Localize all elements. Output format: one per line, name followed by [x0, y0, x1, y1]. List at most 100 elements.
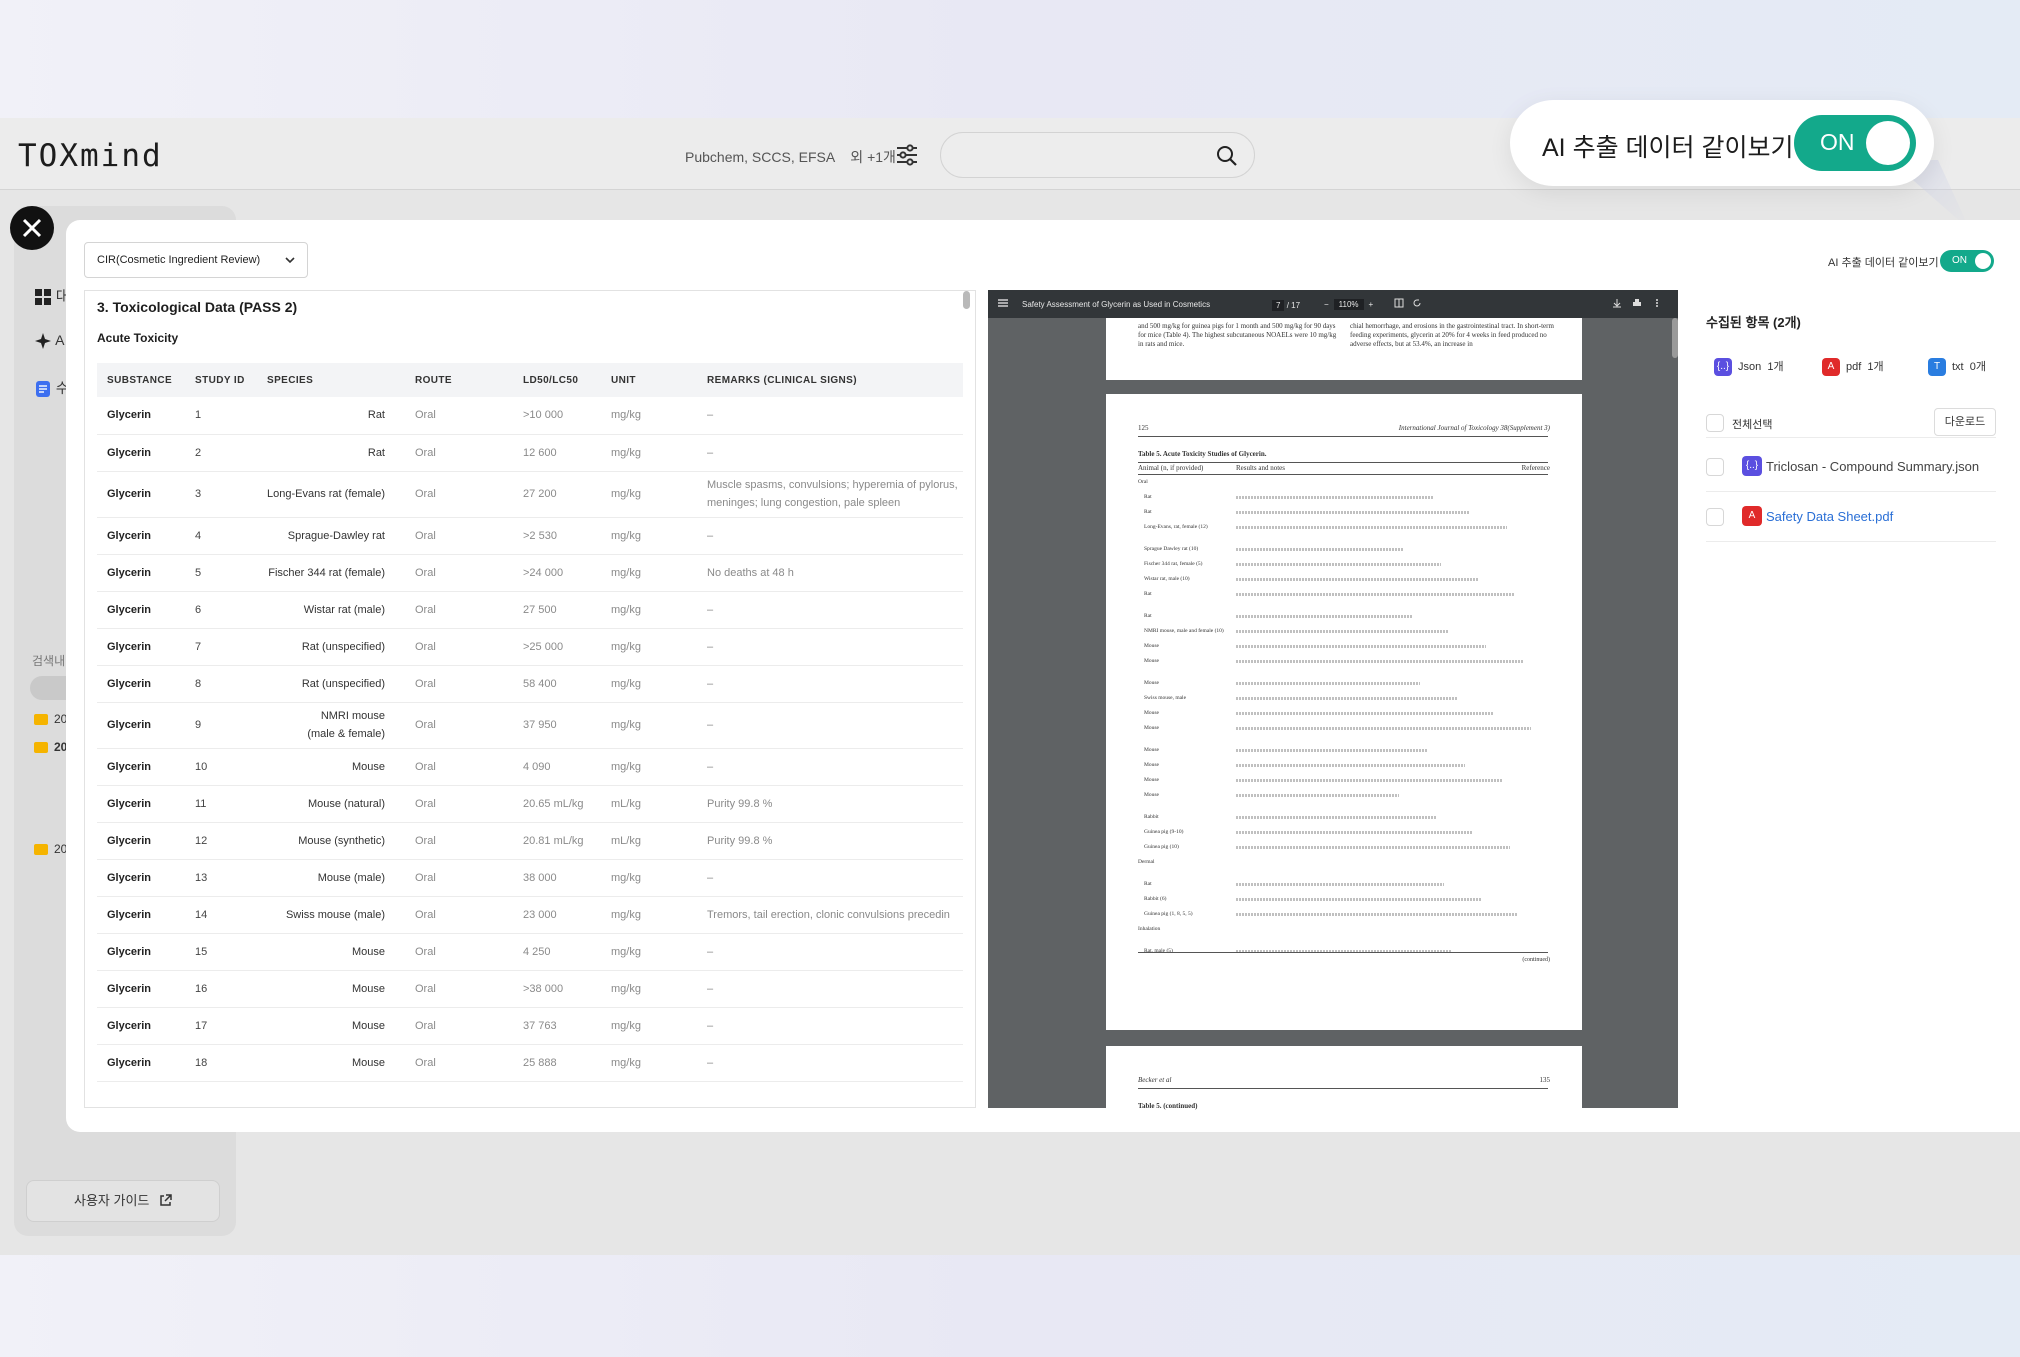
user-guide-button[interactable]: 사용자 가이드	[26, 1180, 220, 1222]
cell-unit: mg/kg	[601, 471, 697, 518]
cell-species: Rat	[257, 397, 405, 435]
page-input[interactable]: 7	[1272, 300, 1285, 311]
pdf-col-reference: Reference	[1521, 464, 1550, 472]
app-logo[interactable]: TOXmind	[18, 138, 163, 174]
species-line: Long-Evans rat (female)	[267, 488, 385, 500]
table-row[interactable]: Glycerin 17 Mouse Oral 37 763 mg/kg –	[97, 1007, 963, 1045]
pdf-result-text	[1236, 727, 1531, 730]
close-button[interactable]	[10, 206, 54, 250]
pdf-result-text	[1236, 764, 1465, 767]
cell-unit: mL/kg	[601, 822, 697, 860]
file-checkbox[interactable]	[1706, 458, 1724, 476]
sidebar-item-dashboard[interactable]: 대	[34, 286, 69, 306]
filter-settings-icon[interactable]	[894, 142, 920, 168]
cell-remarks: –	[697, 970, 963, 1008]
file-checkbox[interactable]	[1706, 508, 1724, 526]
ai-compare-toggle-small[interactable]: ON	[1940, 250, 1994, 272]
pdf-next-table-caption: Table 5. (continued)	[1138, 1102, 1198, 1110]
extracted-data-panel[interactable]: 3. Toxicological Data (PASS 2) Acute Tox…	[84, 290, 976, 1108]
pdf-viewer[interactable]: Safety Assessment of Glycerin as Used in…	[988, 290, 1678, 1126]
search-input[interactable]	[940, 132, 1255, 178]
cell-species: Wistar rat (male)	[257, 591, 405, 629]
download-button[interactable]: 다운로드	[1934, 408, 1996, 436]
more-vertical-icon[interactable]	[1652, 298, 1662, 308]
species-line: Mouse	[351, 1019, 385, 1032]
file-type-json[interactable]: {..} Json 1개	[1714, 358, 1784, 377]
table-row[interactable]: Glycerin 18 Mouse Oral 25 888 mg/kg –	[97, 1044, 963, 1082]
select-all-checkbox[interactable]	[1706, 414, 1724, 432]
json-icon: {..}	[1714, 358, 1732, 377]
sidebar-item-ai[interactable]: A	[34, 332, 64, 350]
table-row[interactable]: Glycerin 12 Mouse (synthetic) Oral 20.81 mL/…	[97, 822, 963, 860]
cell-route: Oral	[405, 702, 513, 749]
pdf-page-next: Becker et al 135 Table 5. (continued)	[1106, 1046, 1582, 1126]
cell-route: Oral	[405, 859, 513, 897]
file-name[interactable]: Triclosan - Compound Summary.json	[1766, 459, 1979, 474]
print-icon[interactable]	[1632, 298, 1642, 308]
cell-remarks: –	[697, 933, 963, 971]
folder-item[interactable]: 20	[34, 842, 67, 856]
menu-icon[interactable]	[998, 298, 1008, 308]
pdf-scrollbar[interactable]	[1672, 318, 1678, 358]
ai-compare-toggle-callout: AI 추출 데이터 같이보기 ON	[1510, 100, 1934, 186]
source-dropdown[interactable]: CIR(Cosmetic Ingredient Review)	[84, 242, 308, 278]
cell-remarks: –	[697, 665, 963, 703]
table-row[interactable]: Glycerin 15 Mouse Oral 4 250 mg/kg –	[97, 933, 963, 971]
table-row[interactable]: Glycerin 9 NMRI mouse (male & female) Oral 37…	[97, 702, 963, 749]
pdf-animal-label: Rat	[1144, 509, 1152, 515]
table-row[interactable]: Glycerin 3 Long-Evans rat (female) Oral 27 2…	[97, 471, 963, 518]
table-row[interactable]: Glycerin 10 Mouse Oral 4 090 mg/kg –	[97, 748, 963, 786]
file-name[interactable]: Safety Data Sheet.pdf	[1766, 509, 1893, 524]
pdf-animal-label: Guinea pig (9-10)	[1144, 829, 1184, 835]
table-row[interactable]: Glycerin 1 Rat Oral >10 000 mg/kg –	[97, 397, 963, 435]
file-type-txt[interactable]: Ttxt 0개	[1928, 358, 1986, 377]
search-icon[interactable]	[1216, 145, 1238, 167]
cell-species: Long-Evans rat (female)	[257, 471, 405, 518]
table-row[interactable]: Glycerin 14 Swiss mouse (male) Oral 23 000 mg…	[97, 896, 963, 934]
table-row[interactable]: Glycerin 11 Mouse (natural) Oral 20.65 mL/kg…	[97, 785, 963, 823]
file-type-pdf[interactable]: Apdf 1개	[1822, 358, 1884, 377]
table-scrollbar[interactable]	[963, 291, 970, 309]
species-line: Rat (unspecified)	[301, 677, 385, 690]
species-line: Mouse	[351, 945, 385, 958]
folder-item[interactable]: 20	[34, 712, 67, 726]
file-item[interactable]: A Safety Data Sheet.pdf	[1706, 492, 1996, 542]
table-row[interactable]: Glycerin 16 Mouse Oral >38 000 mg/kg –	[97, 970, 963, 1008]
table-header-row: SUBSTANCE STUDY ID SPECIES ROUTE LD50/LC…	[97, 363, 963, 397]
select-all-label: 전체선택	[1732, 419, 1773, 431]
cell-ld50: >10 000	[513, 397, 601, 435]
zoom-in-icon[interactable]: +	[1369, 300, 1374, 309]
zoom-level[interactable]: 110%	[1333, 299, 1364, 310]
folder-icon	[34, 714, 48, 726]
json-icon: {..}	[1742, 456, 1762, 476]
cell-study-id: 15	[185, 933, 257, 971]
pdf-next-header-left: Becker et al	[1138, 1076, 1172, 1084]
table-row[interactable]: Glycerin 13 Mouse (male) Oral 38 000 mg/kg –	[97, 859, 963, 897]
table-row[interactable]: Glycerin 4 Sprague-Dawley rat Oral >2 530 mg/…	[97, 517, 963, 555]
cell-substance: Glycerin	[97, 397, 185, 435]
table-row[interactable]: Glycerin 7 Rat (unspecified) Oral >25 000 mg/…	[97, 628, 963, 666]
table-row[interactable]: Glycerin 6 Wistar rat (male) Oral 27 500 mg/k…	[97, 591, 963, 629]
folder-item[interactable]: 20	[34, 740, 67, 754]
table-row[interactable]: Glycerin 8 Rat (unspecified) Oral 58 400 mg/k…	[97, 665, 963, 703]
cell-remarks: –	[697, 702, 963, 749]
cell-species: Swiss mouse (male)	[257, 896, 405, 934]
table-row[interactable]: Glycerin 5 Fischer 344 rat (female) Oral >24…	[97, 554, 963, 592]
pdf-animal-label: Dermal	[1138, 859, 1155, 865]
sidebar-item-collect[interactable]: 수	[34, 378, 69, 398]
source-more-count: 외 +1개	[850, 149, 896, 165]
zoom-out-icon[interactable]: −	[1324, 300, 1329, 309]
species-line: Mouse	[351, 1056, 385, 1069]
cell-ld50: 38 000	[513, 859, 601, 897]
cell-species: Rat	[257, 434, 405, 472]
cell-study-id: 10	[185, 748, 257, 786]
section-title: 3. Toxicological Data (PASS 2)	[97, 299, 298, 315]
rotate-icon[interactable]	[1412, 298, 1422, 308]
ai-compare-toggle[interactable]: ON	[1794, 115, 1916, 171]
acute-toxicity-table: SUBSTANCE STUDY ID SPECIES ROUTE LD50/LC…	[97, 363, 963, 1082]
table-row[interactable]: Glycerin 2 Rat Oral 12 600 mg/kg –	[97, 434, 963, 472]
download-icon[interactable]	[1612, 298, 1622, 308]
file-item[interactable]: {..} Triclosan - Compound Summary.json	[1706, 442, 1996, 492]
fit-page-icon[interactable]	[1394, 298, 1404, 308]
cell-species: Mouse	[257, 1044, 405, 1082]
